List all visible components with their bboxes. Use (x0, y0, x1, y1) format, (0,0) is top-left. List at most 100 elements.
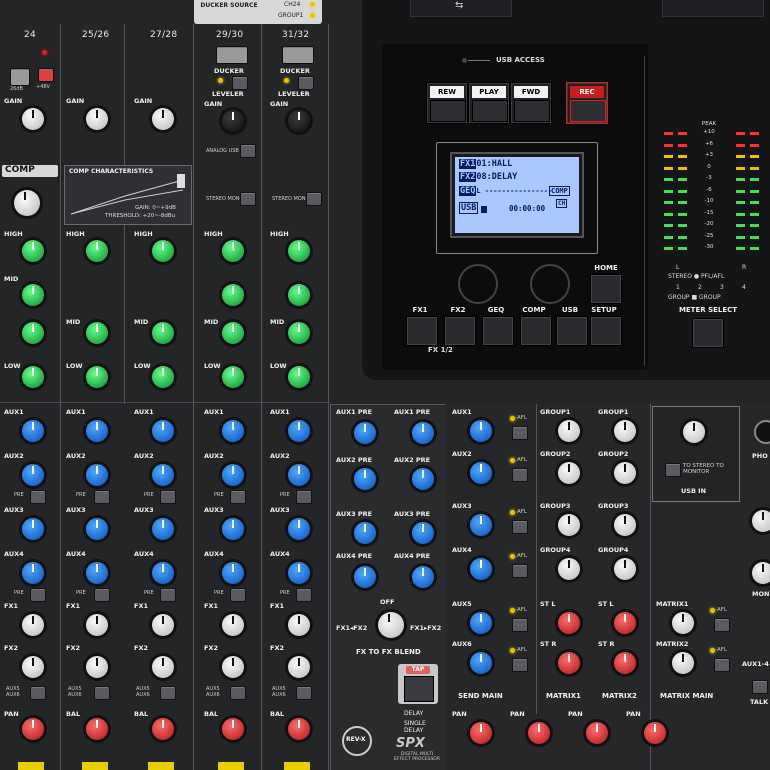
send-master-1-knob[interactable] (470, 420, 492, 442)
ch2526-aux4-pre-button[interactable] (94, 588, 110, 602)
fx1-aux4-knob[interactable] (354, 566, 376, 588)
matrix1-group2-knob[interactable] (558, 462, 580, 484)
ch2526-aux2-pre-button[interactable] (94, 490, 110, 504)
fx1-select-button[interactable] (406, 316, 438, 346)
tap-button[interactable] (404, 676, 434, 702)
matrix-main-2-knob[interactable] (672, 652, 694, 674)
ch3132-leveler-button[interactable] (298, 76, 314, 90)
ch2930-mid-freq-knob[interactable] (222, 284, 244, 306)
fx1-aux1-knob[interactable] (354, 422, 376, 444)
fx2-aux1-knob[interactable] (412, 422, 434, 444)
matrix1-st0-knob[interactable] (558, 612, 580, 634)
ch2526-aux1-knob[interactable] (86, 420, 108, 442)
ch2930-aux2-knob[interactable] (222, 464, 244, 486)
ch2930-aux2-pre-button[interactable] (230, 490, 246, 504)
meter-select-button[interactable] (692, 318, 724, 348)
send-6-afl-button[interactable] (512, 658, 528, 672)
pad-button[interactable] (10, 68, 30, 86)
ch24-aux56-button[interactable] (30, 686, 46, 700)
ch24-aux4-knob[interactable] (22, 562, 44, 584)
ch3132-high-knob[interactable] (288, 240, 310, 262)
fx1-aux3-knob[interactable] (354, 522, 376, 544)
ch2728-aux4-pre-button[interactable] (160, 588, 176, 602)
ch2930-stereo-mono-button[interactable] (240, 192, 256, 206)
ch2930-aux4-knob[interactable] (222, 562, 244, 584)
ch24-aux4-pre-button[interactable] (30, 588, 46, 602)
matrix1-st1-knob[interactable] (558, 652, 580, 674)
ch2930-low-knob[interactable] (222, 366, 244, 388)
ch3132-low-knob[interactable] (288, 366, 310, 388)
send-2-afl-button[interactable] (512, 468, 528, 482)
talkback-button[interactable] (752, 680, 768, 694)
send-master-6-knob[interactable] (470, 652, 492, 674)
ch2930-fx2-knob[interactable] (222, 656, 244, 678)
fx2-aux4-knob[interactable] (412, 566, 434, 588)
ch24-fx2-knob[interactable] (22, 656, 44, 678)
ch2728-low-knob[interactable] (152, 366, 174, 388)
send-5-afl-button[interactable] (512, 618, 528, 632)
matrix1-group4-knob[interactable] (558, 558, 580, 580)
ch3132-aux3-knob[interactable] (288, 518, 310, 540)
send-4-afl-button[interactable] (512, 564, 528, 578)
ch3132-aux2-knob[interactable] (288, 464, 310, 486)
matrix-main-1-knob[interactable] (672, 612, 694, 634)
ch24-pan-knob[interactable] (22, 718, 44, 740)
ch3132-mid-freq-knob[interactable] (288, 284, 310, 306)
send-1-afl-button[interactable] (512, 426, 528, 440)
ch2930-leveler-button[interactable] (232, 76, 248, 90)
ch2526-fader-cap[interactable] (82, 762, 108, 770)
ch2930-gain-knob[interactable] (222, 110, 244, 132)
ch24-aux1-knob[interactable] (22, 420, 44, 442)
ch2728-aux1-knob[interactable] (152, 420, 174, 442)
ch3132-bal-knob[interactable] (288, 718, 310, 740)
ch2930-aux4-pre-button[interactable] (230, 588, 246, 602)
rew-button[interactable]: REW (426, 82, 468, 124)
ch3132-aux56-button[interactable] (296, 686, 312, 700)
matrix2-group2-knob[interactable] (614, 462, 636, 484)
analog-usb-button[interactable] (240, 144, 256, 158)
home-button[interactable] (590, 274, 622, 304)
ch2728-mid-knob[interactable] (152, 322, 174, 344)
ch2728-aux2-knob[interactable] (152, 464, 174, 486)
ch2728-aux4-knob[interactable] (152, 562, 174, 584)
ch2728-high-knob[interactable] (152, 240, 174, 262)
ch2930-aux3-knob[interactable] (222, 518, 244, 540)
ch2728-aux2-pre-button[interactable] (160, 490, 176, 504)
ch2930-fader-cap[interactable] (218, 762, 244, 770)
ch3132-aux4-knob[interactable] (288, 562, 310, 584)
play-button[interactable]: PLAY (468, 82, 510, 124)
ch3132-ducker-button[interactable] (282, 46, 314, 64)
ch24-aux2-knob[interactable] (22, 464, 44, 486)
usb-in-route-button[interactable] (665, 463, 681, 477)
ch2728-bal-knob[interactable] (152, 718, 174, 740)
ch24-fx1-knob[interactable] (22, 614, 44, 636)
group4-pan-knob[interactable] (644, 722, 666, 744)
ch3132-fader-cap[interactable] (284, 762, 310, 770)
ch2930-fx1-knob[interactable] (222, 614, 244, 636)
ch2728-aux56-button[interactable] (160, 686, 176, 700)
setup-select-button[interactable] (590, 316, 622, 346)
ch24-aux2-pre-button[interactable] (30, 490, 46, 504)
ch2526-aux3-knob[interactable] (86, 518, 108, 540)
send-master-5-knob[interactable] (470, 612, 492, 634)
matrix2-group4-knob[interactable] (614, 558, 636, 580)
matrix2-st1-knob[interactable] (614, 652, 636, 674)
matrix1-group3-knob[interactable] (558, 514, 580, 536)
ch2728-fx2-knob[interactable] (152, 656, 174, 678)
fx2-aux3-knob[interactable] (412, 522, 434, 544)
ch3132-stereo-mono-button[interactable] (306, 192, 322, 206)
ch2526-aux2-knob[interactable] (86, 464, 108, 486)
matrix-1-afl-button[interactable] (714, 618, 730, 632)
matrix2-group3-knob[interactable] (614, 514, 636, 536)
ch2728-gain-knob[interactable] (152, 108, 174, 130)
ch3132-fx2-knob[interactable] (288, 656, 310, 678)
ch2526-bal-knob[interactable] (86, 718, 108, 740)
matrix2-group1-knob[interactable] (614, 420, 636, 442)
ch2526-aux56-button[interactable] (94, 686, 110, 700)
ch2930-ducker-button[interactable] (216, 46, 248, 64)
matrix1-group1-knob[interactable] (558, 420, 580, 442)
rec-button[interactable]: REC (566, 82, 608, 124)
send-master-2-knob[interactable] (470, 462, 492, 484)
ch24-aux3-knob[interactable] (22, 518, 44, 540)
ch2526-gain-knob[interactable] (86, 108, 108, 130)
